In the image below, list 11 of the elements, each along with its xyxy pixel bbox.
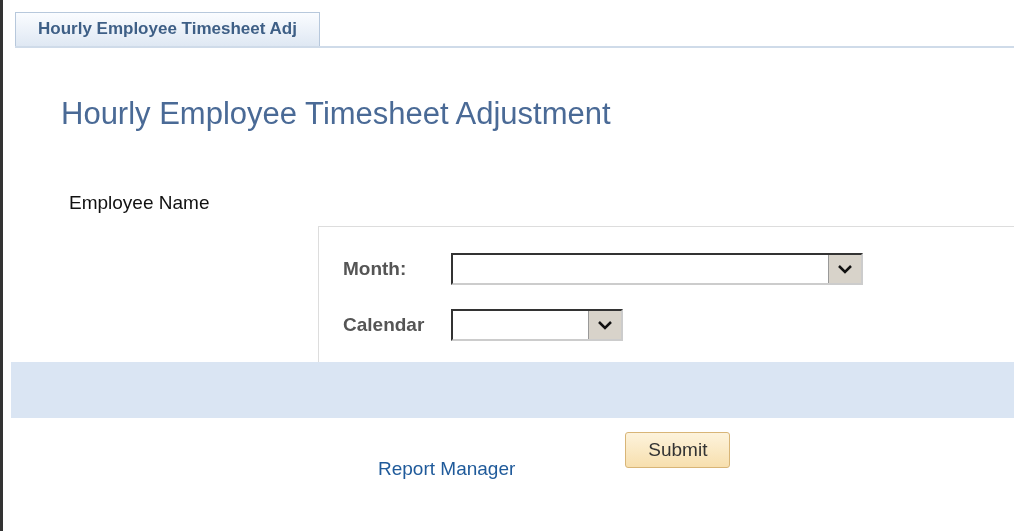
page-tab[interactable]: Hourly Employee Timesheet Adj (15, 12, 320, 46)
dropdown-field[interactable] (451, 309, 623, 341)
dropdown-field[interactable] (451, 253, 863, 285)
chevron-down-icon (598, 320, 612, 330)
field-label: Calendar (343, 314, 426, 336)
chevron-down-icon (838, 264, 852, 274)
page-title: Hourly Employee Timesheet Adjustment (61, 96, 612, 132)
report-manager-link[interactable]: Report Manager (378, 458, 516, 480)
submit-button[interactable]: Submit (625, 432, 731, 468)
employee-name-label: Employee Name (69, 192, 210, 214)
field-label: Month: (343, 258, 408, 280)
